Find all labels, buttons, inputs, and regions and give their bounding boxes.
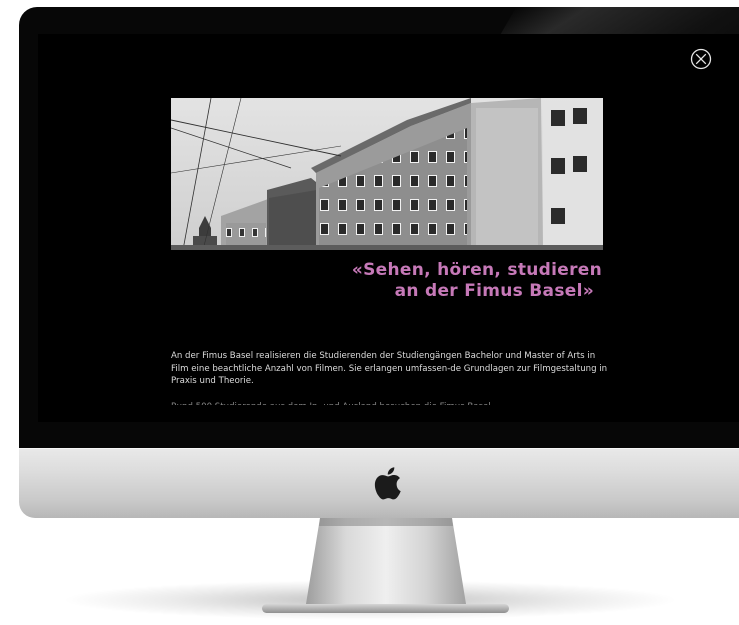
headline-close-quote: » [582,281,594,301]
monitor-stand [262,518,509,618]
headline-line-2: an der Fimus Basel» [302,281,602,302]
imac-mockup: «Sehen, hören, studieren an der Fimus Ba… [0,0,739,625]
page-headline: «Sehen, hören, studieren an der Fimus Ba… [302,260,602,302]
close-circle-icon [690,48,712,70]
intro-paragraph-1: An der Fimus Basel realisieren die Studi… [171,351,608,386]
street-photo [171,98,603,250]
headline-line-2-text: an der Fimus Basel [394,281,583,301]
close-button[interactable] [689,47,713,71]
headline-line-1: «Sehen, hören, studieren [351,260,602,280]
intro-text: An der Fimus Basel realisieren die Studi… [171,350,611,405]
apple-logo-icon [372,466,402,500]
website-screen: «Sehen, hören, studieren an der Fimus Ba… [38,34,739,422]
intro-paragraph-2-cut: Rund 500 Studierende aus dem In- und Aus… [171,401,611,405]
hero-image [171,98,603,250]
